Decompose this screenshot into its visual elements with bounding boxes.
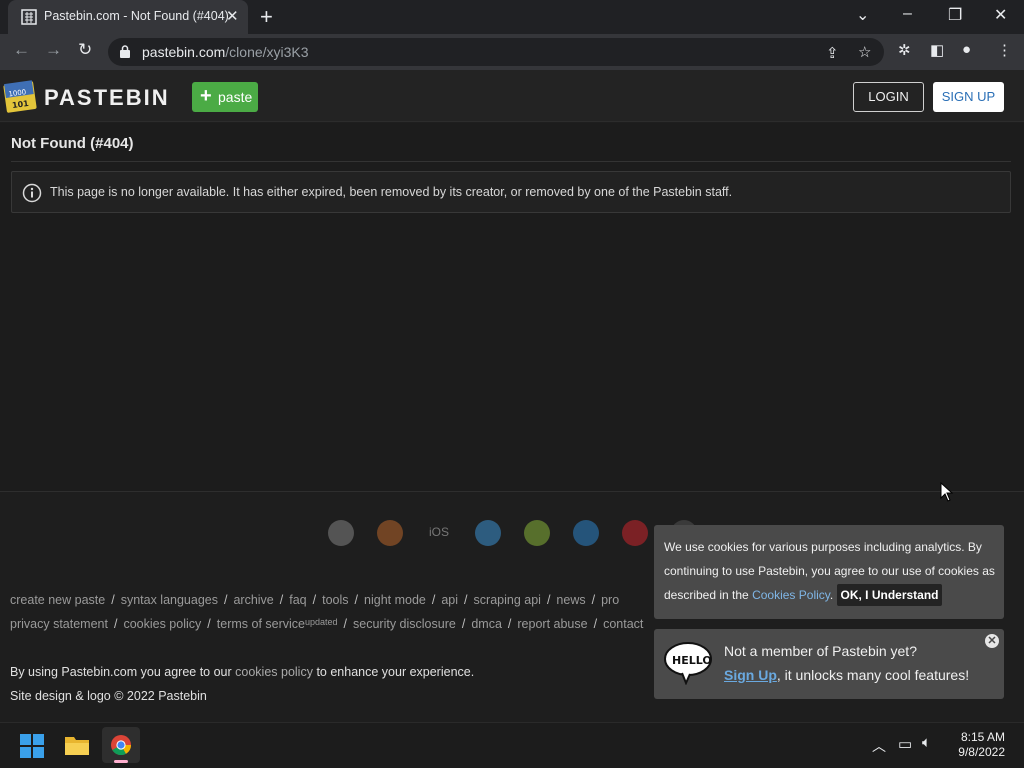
footer-link[interactable]: contact [603, 617, 643, 631]
reload-icon[interactable]: ↻ [78, 40, 92, 60]
mouse-cursor-icon [940, 482, 954, 502]
cookies-policy-link[interactable]: Cookies Policy [752, 588, 830, 602]
signup-button[interactable]: SIGN UP [933, 82, 1004, 112]
footer-link[interactable]: archive [233, 593, 273, 607]
bookmark-star-icon[interactable]: ☆ [858, 43, 871, 61]
menu-icon[interactable]: ⋮ [997, 41, 1012, 59]
cookie-agreement-text: By using Pastebin.com you agree to our c… [10, 665, 475, 679]
promo-cta: Sign Up, it unlocks many cool features! [724, 667, 970, 683]
restore-icon[interactable]: ❐ [948, 5, 962, 25]
cookie-text: We use cookies for various purposes incl… [664, 540, 995, 602]
plus-icon: + [200, 85, 212, 107]
promo-question: Not a member of Pastebin yet? [724, 643, 917, 659]
footer-link[interactable]: tools [322, 593, 348, 607]
footer-link[interactable]: faq [289, 593, 306, 607]
copyright-text: Site design & logo © 2022 Pastebin [10, 689, 207, 703]
footer-link[interactable]: create new paste [10, 593, 105, 607]
hello-bubble-icon: HELLO [664, 642, 712, 685]
android-icon[interactable] [524, 520, 550, 546]
firefox-icon[interactable] [377, 520, 403, 546]
footer-link[interactable]: night mode [364, 593, 426, 607]
footer-link[interactable]: terms of service [217, 617, 305, 631]
site-header: 1000 101 PASTEBIN + paste LOGIN SIGN UP [0, 70, 1024, 122]
footer-links-row-2: privacy statement / cookies policy / terms o… [10, 617, 644, 631]
chrome-icon [111, 735, 132, 756]
forward-icon[interactable]: → [45, 40, 62, 60]
url-text: pastebin.com/clone/xyi3K3 [142, 44, 309, 60]
cookie-ok-button[interactable]: OK, I Understand [837, 584, 942, 606]
browser-tab[interactable]: Pastebin.com - Not Found (#404) ✕ [8, 0, 248, 34]
windows-icon[interactable] [475, 520, 501, 546]
footer-link[interactable]: cookies policy [123, 617, 201, 631]
cookies-policy-link[interactable]: cookies policy [235, 665, 313, 679]
footer-link[interactable]: privacy statement [10, 617, 108, 631]
network-icon[interactable]: ▭ [898, 735, 912, 753]
signup-promo: HELLO ✕ Not a member of Pastebin yet? Si… [654, 629, 1004, 699]
footer-link[interactable]: scraping api [474, 593, 541, 607]
minimize-icon[interactable]: – [903, 5, 912, 23]
notice-box: This page is no longer available. It has… [11, 171, 1011, 213]
footer-links-row-1: create new paste / syntax languages / archiv… [10, 593, 620, 607]
footer-link[interactable]: pro [601, 593, 619, 607]
back-icon[interactable]: ← [13, 40, 30, 60]
chrome-taskbar-button[interactable] [102, 727, 140, 763]
browser-tab-bar: Pastebin.com - Not Found (#404) ✕ + ⌄ – … [0, 0, 1024, 34]
active-indicator [114, 760, 128, 763]
footer-link[interactable]: report abuse [517, 617, 587, 631]
new-paste-button[interactable]: + paste [192, 82, 258, 112]
lock-icon [120, 45, 130, 58]
extensions-icon[interactable]: ✲ [898, 41, 911, 59]
notice-text: This page is no longer available. It has… [50, 185, 733, 199]
divider [11, 161, 1011, 162]
browser-toolbar: ← → ↻ pastebin.com/clone/xyi3K3 ⇪ ☆ ✲ ◧ … [0, 34, 1024, 70]
windows-start-icon[interactable] [20, 734, 44, 758]
file-explorer-icon[interactable] [64, 734, 90, 756]
footer-link[interactable]: dmca [471, 617, 502, 631]
close-window-icon[interactable]: ✕ [994, 5, 1007, 25]
windows-taskbar: ︿ ▭ 🔈︎ 8:15 AM 9/8/2022 [0, 722, 1024, 768]
updated-badge: updated [304, 617, 338, 627]
new-tab-icon[interactable]: + [260, 4, 273, 30]
tab-search-icon[interactable]: ⌄ [856, 5, 869, 25]
profile-icon[interactable]: ● [962, 41, 971, 58]
chrome-icon[interactable] [328, 520, 354, 546]
footer-link[interactable]: api [441, 593, 458, 607]
x-icon[interactable] [573, 520, 599, 546]
login-button[interactable]: LOGIN [853, 82, 924, 112]
tab-title: Pastebin.com - Not Found (#404) [44, 9, 229, 23]
page-title: Not Found (#404) [11, 135, 134, 152]
promo-close-icon[interactable]: ✕ [985, 634, 999, 648]
show-hidden-icons-icon[interactable]: ︿ [872, 736, 886, 756]
address-bar[interactable]: pastebin.com/clone/xyi3K3 ⇪ ☆ [108, 38, 884, 66]
svg-text:HELLO: HELLO [672, 654, 712, 667]
main-content: Not Found (#404) This page is no longer … [0, 123, 1024, 492]
pastebin-logo-icon[interactable]: 1000 101 [3, 77, 37, 113]
footer-link[interactable]: syntax languages [121, 593, 218, 607]
tab-close-icon[interactable]: ✕ [226, 7, 239, 25]
system-clock[interactable]: 8:15 AM 9/8/2022 [945, 730, 1005, 760]
info-icon [22, 183, 42, 203]
web-page: 1000 101 PASTEBIN + paste LOGIN SIGN UP … [0, 70, 1024, 722]
opera-icon[interactable] [622, 520, 648, 546]
cookie-banner: We use cookies for various purposes incl… [654, 525, 1004, 619]
ios-icon[interactable]: iOS [429, 525, 449, 539]
pastebin-favicon-icon [21, 9, 37, 25]
site-brand[interactable]: PASTEBIN [44, 85, 170, 111]
promo-signup-link[interactable]: Sign Up [724, 667, 777, 683]
footer-link[interactable]: news [556, 593, 585, 607]
volume-icon[interactable]: 🔈︎ [922, 734, 931, 751]
side-panel-icon[interactable]: ◧ [930, 41, 944, 59]
footer-link[interactable]: security disclosure [353, 617, 456, 631]
share-icon[interactable]: ⇪ [826, 44, 839, 62]
